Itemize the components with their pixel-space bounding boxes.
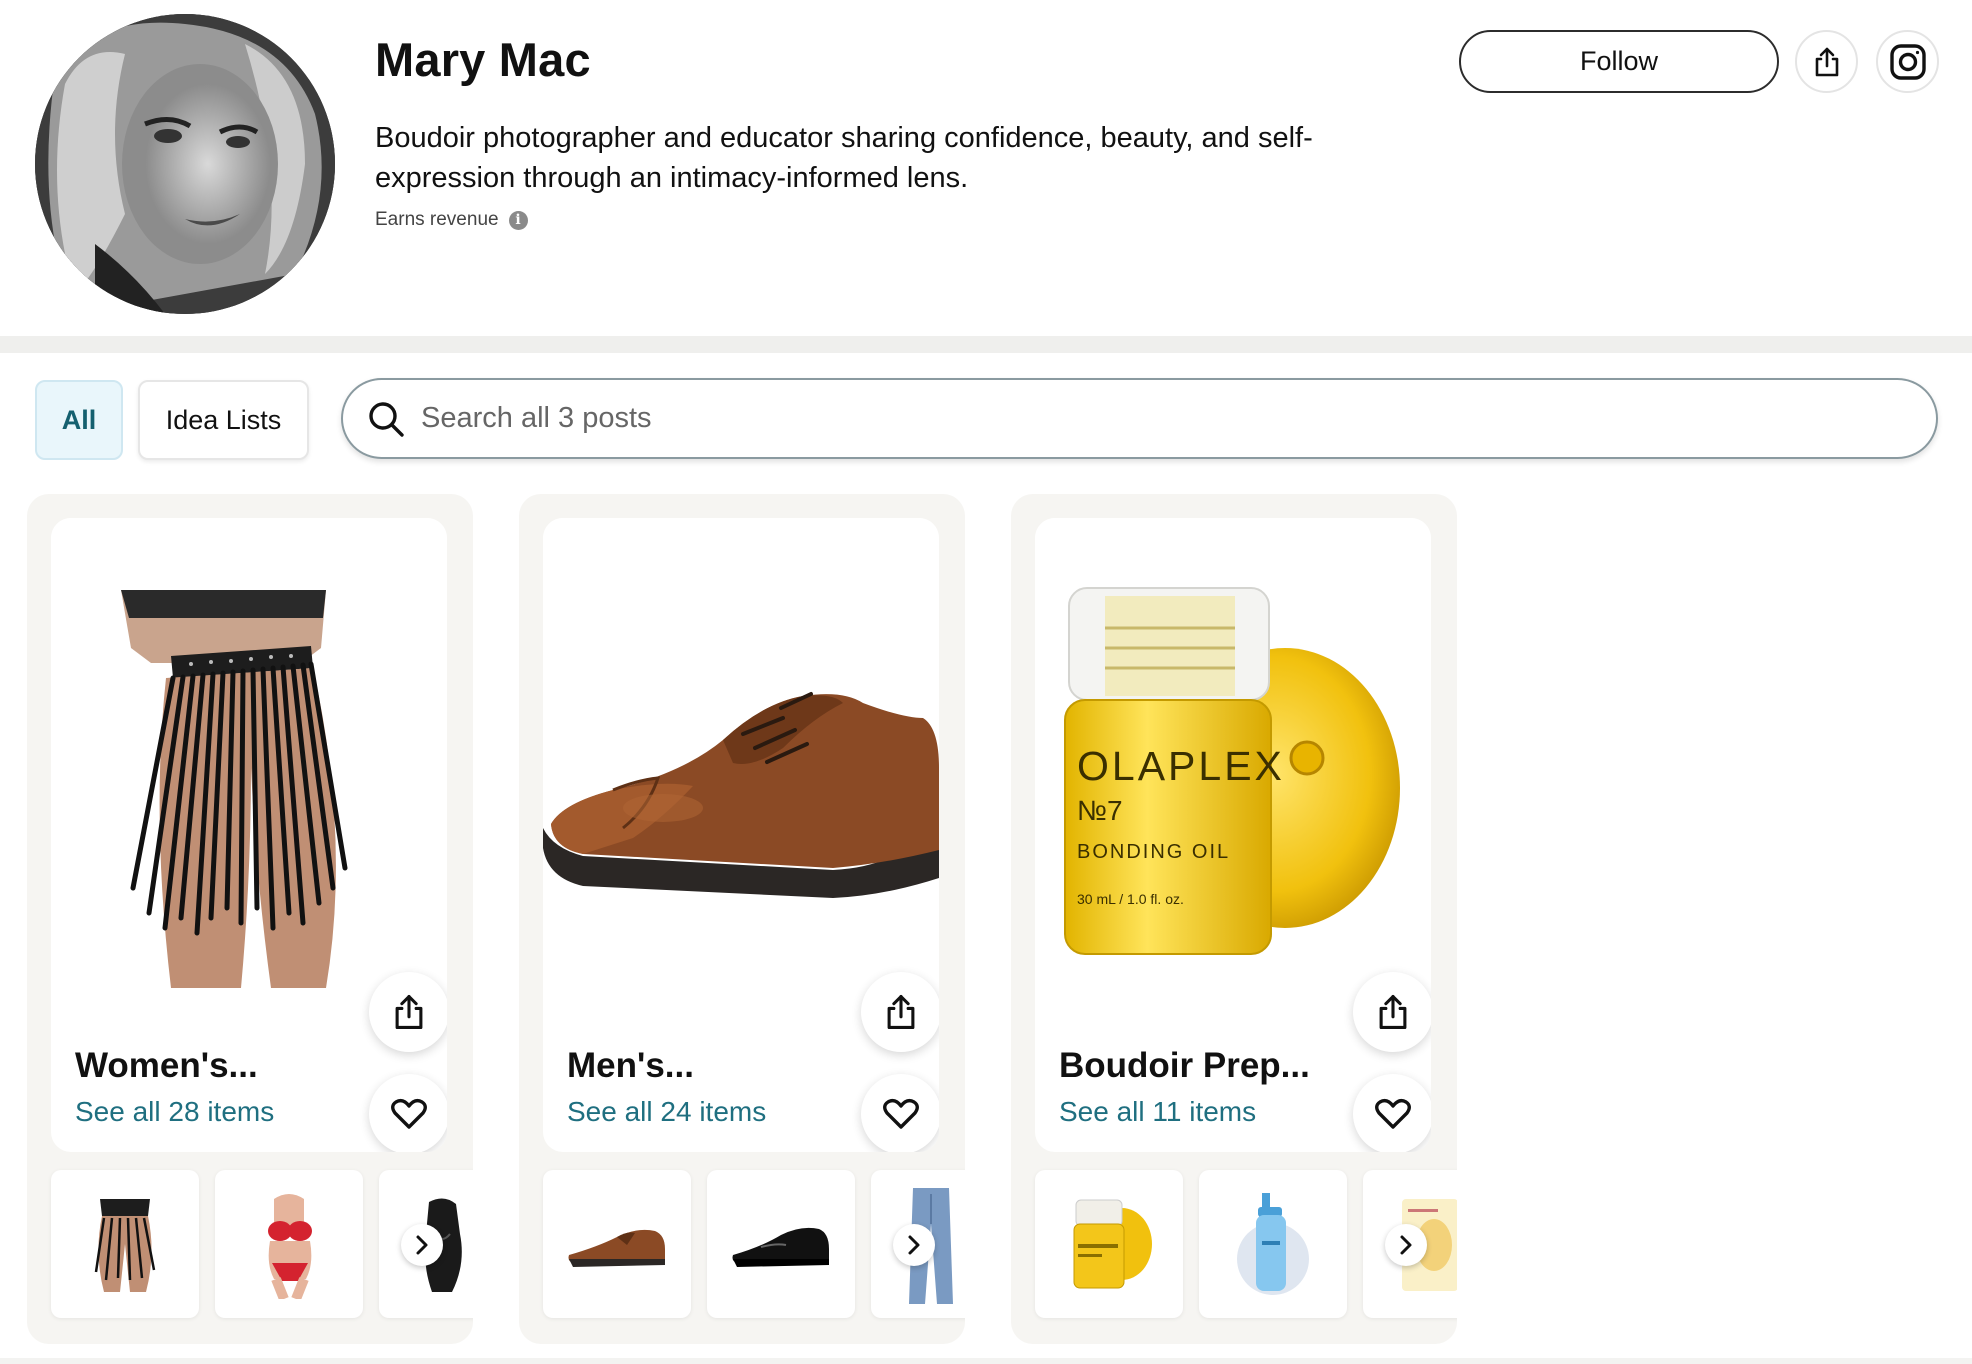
chevron-right-icon [1400, 1235, 1412, 1255]
favorite-button[interactable] [369, 1074, 447, 1152]
card-share-button[interactable] [1353, 972, 1431, 1052]
profile-bio: Boudoir photographer and educator sharin… [375, 122, 1313, 194]
tab-idea-lists[interactable]: Idea Lists [138, 380, 309, 460]
next-thumbnails-button[interactable] [893, 1224, 935, 1266]
search-input[interactable] [421, 402, 1871, 435]
card-image: OLAPLEX №7 BONDING OIL 30 mL / 1.0 fl. o… [1035, 518, 1431, 988]
card-main[interactable]: Women's... See all 28 items [51, 518, 447, 1152]
earns-revenue-label: Earns revenue [375, 209, 499, 230]
item-thumbnail[interactable] [1035, 1170, 1183, 1318]
card-image [543, 518, 939, 988]
heart-icon [883, 1098, 919, 1129]
idea-list-card[interactable]: Women's... See all 28 items [27, 494, 473, 1344]
card-title[interactable]: Men's... [567, 1046, 694, 1086]
thumbnail-image [1237, 1193, 1309, 1295]
share-profile-button[interactable] [1795, 30, 1858, 93]
heart-icon [391, 1098, 427, 1129]
earns-revenue: Earns revenue i [375, 209, 528, 231]
thumbnail-image [1073, 1199, 1152, 1289]
item-thumbnail[interactable] [543, 1170, 691, 1318]
product-brand: OLAPLEX [1077, 743, 1285, 789]
item-thumbnail[interactable] [51, 1170, 199, 1318]
card-image [51, 518, 447, 988]
product-name: BONDING OIL [1077, 841, 1230, 863]
search-icon [369, 401, 404, 437]
tab-all[interactable]: All [35, 380, 123, 460]
see-all-items-link[interactable]: See all 24 items [567, 1096, 766, 1128]
card-title[interactable]: Boudoir Prep... [1059, 1046, 1310, 1086]
card-main[interactable]: OLAPLEX №7 BONDING OIL 30 mL / 1.0 fl. o… [1035, 518, 1431, 1152]
section-divider [0, 336, 1972, 353]
share-icon [395, 995, 423, 1029]
heart-icon [1375, 1098, 1411, 1129]
idea-list-card[interactable]: Men's... See all 24 items [519, 494, 965, 1344]
info-icon[interactable]: i [508, 210, 528, 230]
product-number: №7 [1077, 795, 1123, 826]
page-footer-band [0, 1358, 1972, 1364]
instagram-icon [1889, 43, 1926, 80]
search-bar[interactable] [341, 378, 1938, 459]
card-main[interactable]: Men's... See all 24 items [543, 518, 939, 1152]
share-icon [1815, 47, 1838, 76]
share-icon [1379, 995, 1407, 1029]
thumbnail-image [94, 1199, 156, 1292]
follow-button[interactable]: Follow [1459, 30, 1779, 93]
product-size: 30 mL / 1.0 fl. oz. [1077, 891, 1184, 907]
chevron-right-icon [908, 1235, 920, 1255]
see-all-items-link[interactable]: See all 28 items [75, 1096, 274, 1128]
thumbnail-image [732, 1227, 829, 1267]
thumbnail-image [568, 1229, 665, 1267]
favorite-button[interactable] [861, 1074, 939, 1152]
profile-header: Mary Mac Boudoir photographer and educat… [0, 0, 1972, 336]
item-thumbnail[interactable] [1199, 1170, 1347, 1318]
next-thumbnails-button[interactable] [401, 1224, 443, 1266]
avatar [35, 14, 335, 314]
favorite-button[interactable] [1353, 1074, 1431, 1152]
card-title[interactable]: Women's... [75, 1046, 258, 1086]
chevron-right-icon [416, 1235, 428, 1255]
instagram-button[interactable] [1876, 30, 1939, 93]
card-share-button[interactable] [861, 972, 939, 1052]
item-thumbnail[interactable] [215, 1170, 363, 1318]
card-share-button[interactable] [369, 972, 447, 1052]
next-thumbnails-button[interactable] [1385, 1224, 1427, 1266]
idea-list-card[interactable]: OLAPLEX №7 BONDING OIL 30 mL / 1.0 fl. o… [1011, 494, 1457, 1344]
item-thumbnail[interactable] [707, 1170, 855, 1318]
thumbnail-image [268, 1194, 312, 1299]
see-all-items-link[interactable]: See all 11 items [1059, 1096, 1256, 1128]
share-icon [887, 995, 915, 1029]
profile-name: Mary Mac [375, 33, 591, 86]
